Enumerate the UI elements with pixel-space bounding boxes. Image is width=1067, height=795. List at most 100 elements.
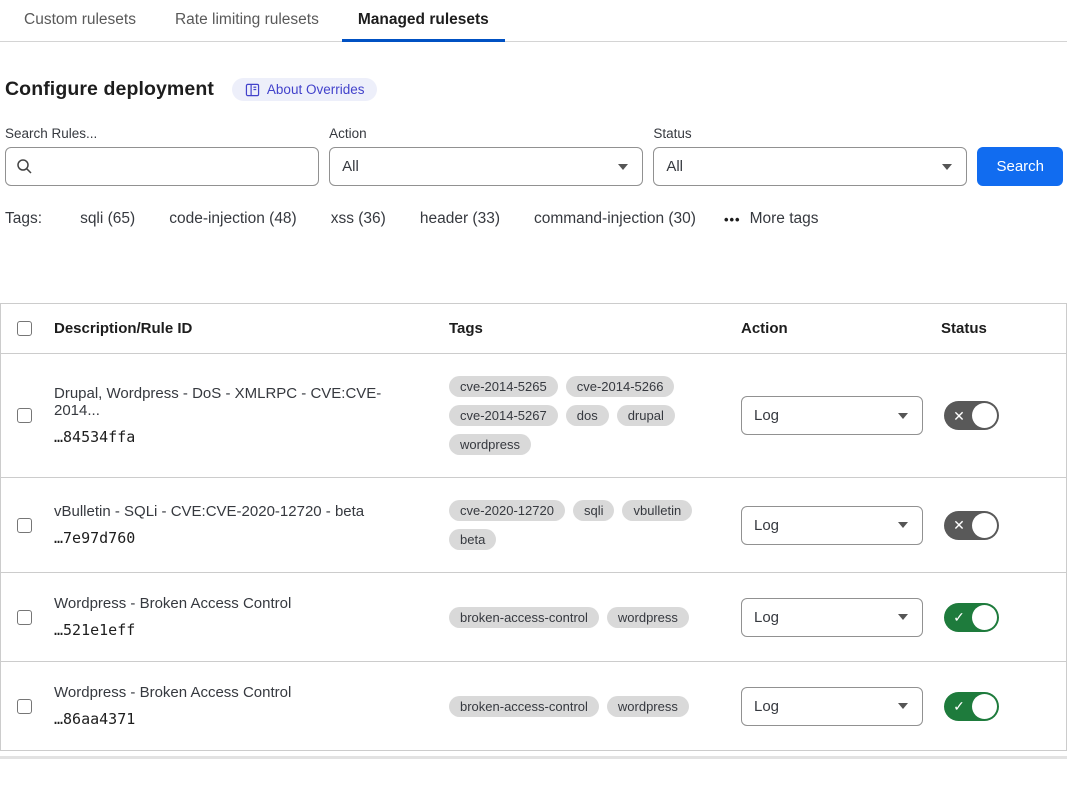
cross-icon: ✕ [946,518,972,532]
status-filter-select[interactable]: All [653,147,967,186]
row-checkbox[interactable] [17,610,32,625]
table-row: Drupal, Wordpress - DoS - XMLRPC - CVE:C… [1,354,1066,478]
row-action-value: Log [754,609,779,626]
tag-pill: broken-access-control [449,696,599,717]
table-row: vBulletin - SQLi - CVE:CVE-2020-12720 - … [1,478,1066,573]
table-header-row: Description/Rule ID Tags Action Status [1,304,1066,354]
tag-pill: cve-2020-12720 [449,500,565,521]
tab-rate-limiting-rulesets[interactable]: Rate limiting rulesets [159,0,335,42]
row-action-select[interactable]: Log [741,396,923,435]
more-tags-button[interactable]: ••• More tags [724,210,819,228]
search-rules-label: Search Rules... [5,126,319,141]
rule-id: …86aa4371 [54,710,421,728]
tag-pill: cve-2014-5266 [566,376,675,397]
toggle-knob [972,605,997,630]
tab-managed-rulesets[interactable]: Managed rulesets [342,0,505,42]
tag-pill: broken-access-control [449,607,599,628]
row-checkbox[interactable] [17,518,32,533]
tag-link-header[interactable]: header (33) [420,210,500,228]
row-action-value: Log [754,698,779,715]
clipped-next-row-edge [0,756,1067,759]
heading-row: Configure deployment About Overrides [5,78,1067,101]
tag-link-sqli[interactable]: sqli (65) [80,210,135,228]
chevron-down-icon [898,522,908,528]
tags-bar-label: Tags: [5,210,42,228]
tag-pill: drupal [617,405,675,426]
tab-custom-rulesets[interactable]: Custom rulesets [8,0,152,42]
tag-link-xss[interactable]: xss (36) [331,210,386,228]
tag-pill: dos [566,405,609,426]
rule-tags: cve-2014-5265 cve-2014-5266 cve-2014-526… [441,376,733,455]
column-header-action: Action [733,304,933,353]
rule-status-toggle[interactable]: ✓ ✕ [944,511,999,540]
select-all-checkbox[interactable] [17,321,32,336]
toggle-knob [972,513,997,538]
row-checkbox[interactable] [17,408,32,423]
managed-rules-table: Description/Rule ID Tags Action Status D… [0,303,1067,751]
tag-link-code-injection[interactable]: code-injection (48) [169,210,297,228]
check-icon: ✓ [946,699,972,713]
search-button[interactable]: Search [977,147,1063,186]
table-row: Wordpress - Broken Access Control …86aa4… [1,662,1066,750]
tag-pill: wordpress [607,607,689,628]
check-icon: ✓ [946,610,972,624]
ellipsis-icon: ••• [724,212,741,227]
tag-link-command-injection[interactable]: command-injection (30) [534,210,696,228]
chevron-down-icon [898,703,908,709]
rule-description: vBulletin - SQLi - CVE:CVE-2020-12720 - … [54,503,421,520]
more-tags-label: More tags [750,210,819,228]
column-header-tags: Tags [441,304,733,353]
rule-tags: broken-access-control wordpress [441,607,733,628]
tags-bar: Tags: sqli (65) code-injection (48) xss … [5,210,1067,228]
row-action-select[interactable]: Log [741,506,923,545]
row-action-select[interactable]: Log [741,687,923,726]
row-action-value: Log [754,517,779,534]
rule-status-toggle[interactable]: ✓ ✕ [944,692,999,721]
about-overrides-badge[interactable]: About Overrides [232,78,378,101]
search-field: Search Rules... [5,126,319,186]
filters-row: Search Rules... Action All Status All Se… [5,126,1063,186]
chevron-down-icon [898,614,908,620]
tag-pill: wordpress [607,696,689,717]
tag-pill: beta [449,529,496,550]
tag-pill: wordpress [449,434,531,455]
action-filter-label: Action [329,126,643,141]
page-title: Configure deployment [5,78,214,101]
rule-status-toggle[interactable]: ✓ ✕ [944,401,999,430]
tag-pill: cve-2014-5265 [449,376,558,397]
rule-tags: cve-2020-12720 sqli vbulletin beta [441,500,733,550]
chevron-down-icon [618,164,628,170]
rule-id: …7e97d760 [54,529,421,547]
status-filter-value: All [666,158,683,175]
cross-icon: ✕ [946,409,972,423]
about-overrides-label: About Overrides [267,82,365,97]
row-action-select[interactable]: Log [741,598,923,637]
rule-description: Drupal, Wordpress - DoS - XMLRPC - CVE:C… [54,385,421,419]
action-filter-select[interactable]: All [329,147,643,186]
tag-pill: vbulletin [622,500,692,521]
column-header-description: Description/Rule ID [49,304,441,353]
book-icon [245,83,260,97]
row-action-value: Log [754,407,779,424]
chevron-down-icon [898,413,908,419]
row-checkbox[interactable] [17,699,32,714]
rule-description: Wordpress - Broken Access Control [54,595,421,612]
action-filter-field: Action All [329,126,643,186]
rule-id: …84534ffa [54,428,421,446]
status-filter-label: Status [653,126,967,141]
rule-id: …521e1eff [54,621,421,639]
status-filter-field: Status All [653,126,967,186]
tag-pill: cve-2014-5267 [449,405,558,426]
rule-status-toggle[interactable]: ✓ ✕ [944,603,999,632]
chevron-down-icon [942,164,952,170]
table-row: Wordpress - Broken Access Control …521e1… [1,573,1066,662]
toggle-knob [972,403,997,428]
ruleset-tabs: Custom rulesets Rate limiting rulesets M… [0,0,1067,42]
toggle-knob [972,694,997,719]
tag-pill: sqli [573,500,615,521]
column-header-status: Status [933,304,1066,353]
rule-tags: broken-access-control wordpress [441,696,733,717]
action-filter-value: All [342,158,359,175]
rule-description: Wordpress - Broken Access Control [54,684,421,701]
search-input[interactable] [5,147,319,186]
